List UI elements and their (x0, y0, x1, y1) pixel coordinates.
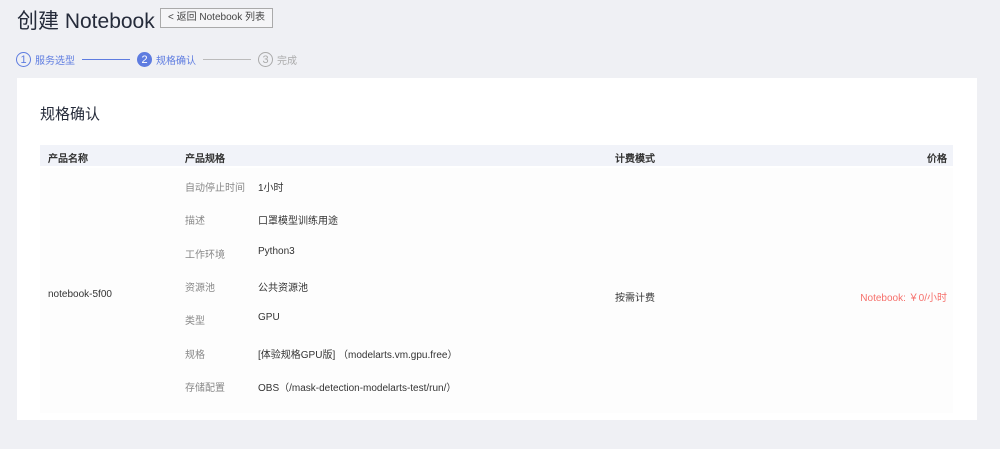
spec-label: 自动停止时间 (185, 183, 245, 194)
step-connector (82, 59, 130, 60)
stepper: 1 服务选型 2 规格确认 3 完成 (16, 52, 297, 67)
spec-value: OBS（/mask-detection-modelarts-test/run/） (258, 382, 457, 394)
product-name: notebook-5f00 (48, 289, 112, 300)
step-number: 3 (258, 52, 273, 67)
price: Notebook: ￥0/小时 (860, 293, 947, 304)
header-product-spec: 产品规格 (185, 154, 225, 165)
step-label: 服务选型 (35, 56, 75, 67)
step-spec-confirm: 2 规格确认 (137, 52, 196, 67)
step-label: 规格确认 (156, 56, 196, 67)
section-title: 规格确认 (40, 106, 101, 123)
spec-label: 描述 (185, 216, 205, 228)
billing-mode: 按需计费 (615, 293, 655, 304)
table-header: 产品名称 产品规格 计费模式 价格 (40, 145, 953, 166)
back-to-list-button[interactable]: < 返回 Notebook 列表 (160, 8, 273, 28)
step-connector (203, 59, 251, 60)
step-complete: 3 完成 (258, 52, 297, 67)
header-billing-mode: 计费模式 (615, 154, 655, 165)
header-price: 价格 (927, 154, 947, 165)
table-row: notebook-5f00 自动停止时间 1小时 描述 口罩模型训练用途 工作环境 … (40, 168, 953, 413)
spec-label: 类型 (185, 316, 205, 328)
spec-value: 公共资源池 (258, 282, 308, 294)
step-label: 完成 (277, 56, 297, 67)
spec-label: 规格 (185, 349, 205, 361)
spec-value: [体验规格GPU版] （modelarts.vm.gpu.free） (258, 349, 458, 361)
spec-value: 1小时 (258, 183, 284, 194)
spec-label: 资源池 (185, 282, 215, 294)
step-number: 1 (16, 52, 31, 67)
spec-value: 口罩模型训练用途 (258, 216, 338, 228)
spec-label: 存储配置 (185, 382, 225, 394)
spec-value: GPU (258, 312, 280, 324)
spec-label: 工作环境 (185, 249, 225, 261)
header-product-name: 产品名称 (48, 154, 88, 165)
step-number: 2 (137, 52, 152, 67)
spec-confirm-card: 规格确认 产品名称 产品规格 计费模式 价格 notebook-5f00 自动停… (17, 78, 977, 420)
spec-value: Python3 (258, 245, 295, 257)
page-title: 创建 Notebook (17, 10, 155, 33)
step-service-selection: 1 服务选型 (16, 52, 75, 67)
